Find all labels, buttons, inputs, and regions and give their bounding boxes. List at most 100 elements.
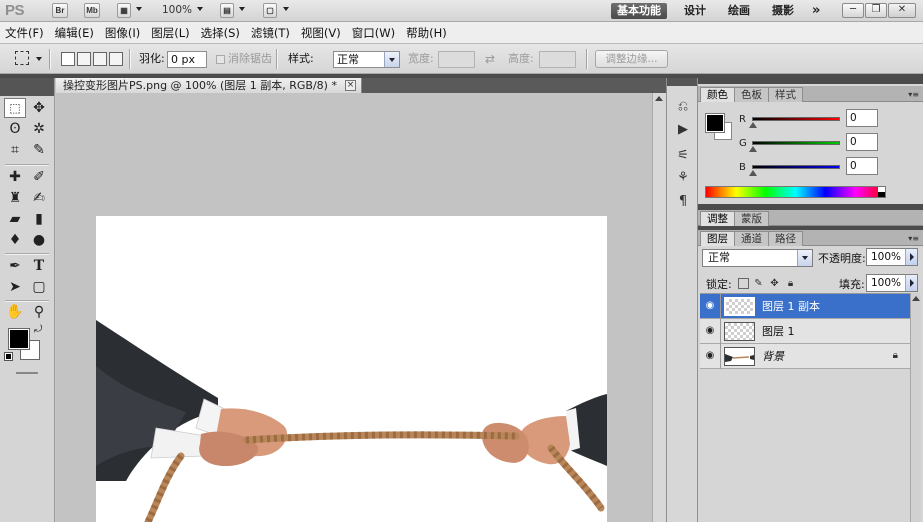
lock-position-icon[interactable]: ✥ (769, 278, 780, 289)
panel-menu-icon[interactable]: ▾≡ (908, 90, 919, 99)
chevron-down-icon[interactable] (797, 250, 812, 266)
scroll-up-icon[interactable] (912, 296, 920, 301)
gradient-tool-icon[interactable]: ▮ (28, 209, 50, 229)
crop-tool-icon[interactable]: ⌗ (4, 140, 26, 160)
eraser-tool-icon[interactable]: ▰ (4, 209, 26, 229)
dock-header[interactable] (667, 78, 697, 86)
menu-edit[interactable]: 编辑(E) (55, 25, 94, 41)
marquee-preset-icon[interactable] (15, 51, 29, 65)
blend-mode-select[interactable]: 正常 (702, 249, 813, 267)
visibility-eye-icon[interactable]: ◉ (703, 300, 717, 312)
document-canvas[interactable] (96, 216, 607, 522)
red-slider-knob[interactable] (749, 122, 757, 128)
vertical-scrollbar[interactable] (652, 93, 666, 522)
type-tool-icon[interactable]: T (28, 256, 50, 276)
width-input[interactable] (438, 51, 475, 68)
panel-menu-icon[interactable]: ▾≡ (908, 234, 919, 243)
chevron-down-icon[interactable] (136, 7, 142, 11)
shape-tool-icon[interactable]: ▢ (28, 277, 50, 297)
swap-colors-icon[interactable]: ⤾ (34, 324, 42, 335)
layer-row[interactable]: ◉ 图层 1 副本 (700, 294, 910, 319)
visibility-eye-icon[interactable]: ◉ (703, 325, 717, 337)
move-tool-icon[interactable]: ✥ (28, 98, 50, 118)
chevron-down-icon[interactable] (239, 7, 245, 11)
menu-window[interactable]: 窗口(W) (352, 25, 395, 41)
bridge-button[interactable]: Br (52, 3, 68, 18)
quick-mask-icon[interactable] (16, 372, 38, 374)
brushes-panel-icon[interactable]: ⚟ (673, 148, 693, 166)
workspace-essentials[interactable]: 基本功能 (611, 3, 667, 19)
dodge-tool-icon[interactable]: ● (28, 230, 50, 250)
tab-swatches[interactable]: 色板 (734, 87, 769, 102)
clone-stamp-tool-icon[interactable]: ♜ (4, 188, 26, 208)
workspace-photography[interactable]: 摄影 (766, 3, 800, 19)
height-input[interactable] (539, 51, 576, 68)
panel-header-strip[interactable] (698, 78, 923, 84)
blue-slider[interactable] (752, 165, 840, 169)
blur-tool-icon[interactable]: ♦ (4, 230, 26, 250)
layer-row[interactable]: ◉ 背景 🔒︎ (700, 344, 910, 369)
menu-select[interactable]: 选择(S) (201, 25, 240, 41)
chevron-right-icon[interactable] (905, 275, 917, 291)
tab-channels[interactable]: 通道 (734, 231, 769, 246)
intersect-selection-icon[interactable] (109, 52, 123, 66)
menu-help[interactable]: 帮助(H) (406, 25, 447, 41)
red-slider[interactable] (752, 117, 840, 121)
color-spectrum[interactable] (705, 186, 886, 198)
default-colors-icon[interactable] (4, 352, 13, 361)
new-selection-icon[interactable] (61, 52, 75, 66)
more-workspaces-button[interactable]: » (806, 3, 826, 19)
scroll-up-icon[interactable] (655, 96, 663, 101)
layer-name[interactable]: 背景 (762, 344, 784, 369)
tab-color[interactable]: 颜色 (700, 87, 735, 102)
chevron-down-icon[interactable] (283, 7, 289, 11)
layer-row[interactable]: ◉ 图层 1 (700, 319, 910, 344)
antialias-checkbox[interactable] (216, 55, 225, 64)
menu-filter[interactable]: 滤镜(T) (251, 25, 290, 41)
layer-name[interactable]: 图层 1 副本 (762, 294, 820, 319)
eyedropper-tool-icon[interactable]: ✎ (28, 140, 50, 160)
zoom-level[interactable]: 100% (162, 4, 192, 16)
chevron-down-icon[interactable] (384, 52, 399, 67)
magic-wand-tool-icon[interactable]: ✲ (28, 119, 50, 139)
tools-header[interactable] (0, 78, 54, 96)
tab-paths[interactable]: 路径 (768, 231, 803, 246)
mini-bridge-button[interactable]: Mb (84, 3, 100, 18)
visibility-eye-icon[interactable]: ◉ (703, 350, 717, 362)
brush-tool-icon[interactable]: ✐ (28, 167, 50, 187)
menu-file[interactable]: 文件(F) (5, 25, 44, 41)
menu-layer[interactable]: 图层(L) (151, 25, 189, 41)
green-value-input[interactable]: 0 (846, 133, 878, 151)
feather-input[interactable]: 0 px (167, 51, 207, 68)
swap-icon[interactable]: ⇄ (485, 44, 495, 74)
tab-masks[interactable]: 蒙版 (734, 211, 769, 226)
lock-transparency-icon[interactable] (738, 278, 749, 289)
green-slider-knob[interactable] (749, 146, 757, 152)
tab-layers[interactable]: 图层 (700, 231, 735, 246)
lock-all-icon[interactable]: 🔒︎ (785, 278, 796, 289)
view-extras-button[interactable]: ▦ (117, 3, 131, 18)
green-slider[interactable] (752, 141, 840, 145)
workspace-design[interactable]: 设计 (678, 3, 712, 19)
path-selection-tool-icon[interactable]: ➤ (4, 277, 26, 297)
fill-input[interactable]: 100% (866, 274, 918, 292)
foreground-color-swatch[interactable] (8, 328, 30, 350)
foreground-color-swatch[interactable] (705, 113, 725, 133)
black-white-swatch[interactable] (878, 187, 885, 197)
restore-button[interactable]: ❐ (865, 3, 887, 18)
character-panel-icon[interactable]: ¶ (673, 194, 693, 212)
tab-adjustments[interactable]: 调整 (700, 211, 735, 226)
close-button[interactable]: ✕ (888, 3, 916, 18)
blue-value-input[interactable]: 0 (846, 157, 878, 175)
hand-tool-icon[interactable]: ✋ (4, 302, 26, 322)
add-selection-icon[interactable] (77, 52, 91, 66)
workspace-painting[interactable]: 绘画 (722, 3, 756, 19)
arrange-documents-button[interactable]: ▤ (220, 3, 234, 18)
chevron-down-icon[interactable] (197, 7, 203, 11)
chevron-right-icon[interactable] (905, 249, 917, 265)
layer-name[interactable]: 图层 1 (762, 319, 795, 344)
subtract-selection-icon[interactable] (93, 52, 107, 66)
pen-tool-icon[interactable]: ✒ (4, 256, 26, 276)
document-tab[interactable]: 操控变形图片PS.png @ 100% (图层 1 副本, RGB/8) * (56, 78, 362, 93)
refine-edge-button[interactable]: 调整边缘... (595, 50, 668, 68)
